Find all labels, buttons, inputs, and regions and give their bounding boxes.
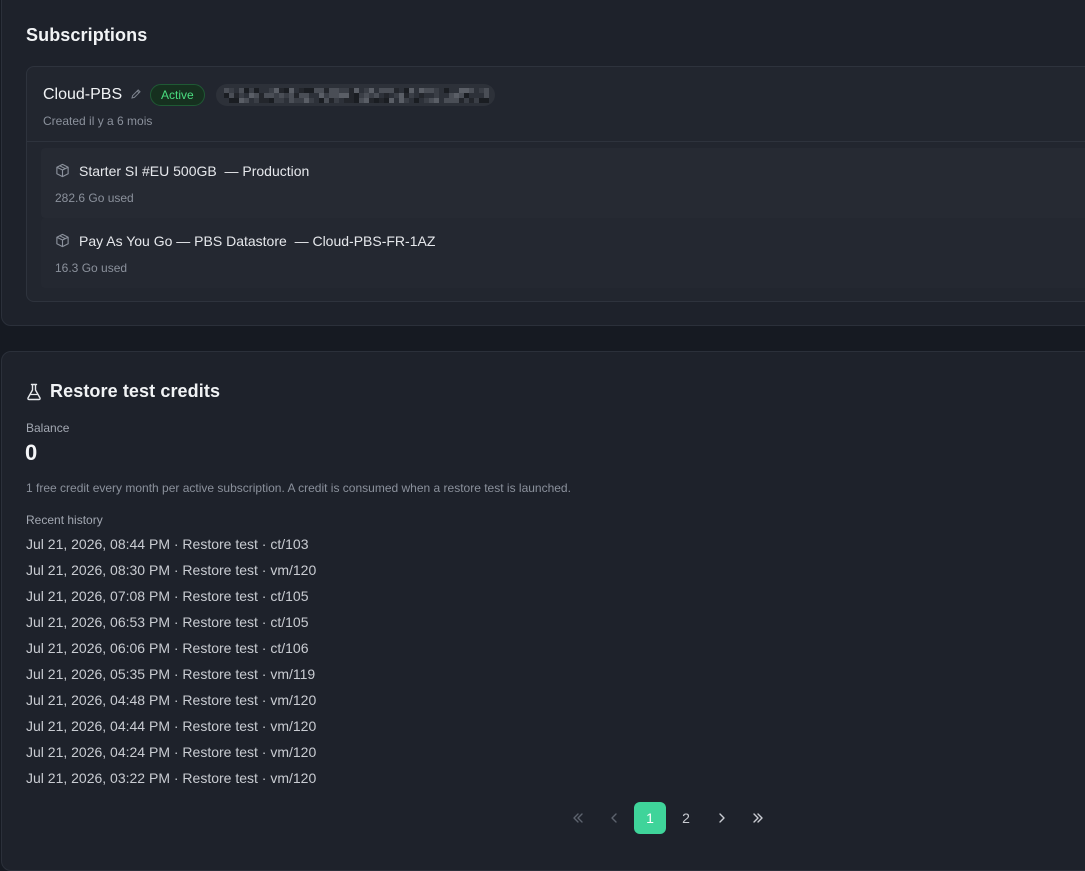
page-1-button[interactable]: 1: [634, 802, 666, 834]
subscriptions-title: Subscriptions: [26, 25, 148, 45]
credits-note: 1 free credit every month per active sub…: [26, 481, 571, 495]
pixelated-redaction: [224, 88, 489, 103]
history-label: Recent history: [26, 513, 103, 527]
package-icon: [56, 163, 69, 178]
pagination: 1 2: [562, 802, 778, 834]
subscription-item-title: Pay As You Go — PBS Datastore — Cloud-PB…: [79, 233, 436, 249]
subscription-name: Cloud-PBS: [43, 86, 123, 103]
previous-page-button[interactable]: [598, 802, 630, 834]
redacted-subscription-id: [216, 84, 495, 106]
credits-title: Restore test credits: [50, 381, 221, 401]
history-list: Jul 21, 2026, 08:44 PM · Restore test · …: [26, 536, 316, 796]
double-chevron-right-icon: [753, 813, 763, 823]
page-2-button[interactable]: 2: [670, 802, 702, 834]
subscription-created: Created il y a 6 mois: [43, 114, 153, 128]
chevron-left-icon: [611, 813, 617, 823]
package-icon: [56, 233, 69, 248]
flask-icon: [27, 383, 41, 400]
pencil-icon[interactable]: [130, 88, 142, 100]
history-item: Jul 21, 2026, 07:08 PM · Restore test · …: [26, 588, 309, 604]
history-item: Jul 21, 2026, 04:24 PM · Restore test · …: [26, 744, 317, 760]
subscriptions-card: Subscriptions Cloud-PBS Active Created i…: [1, 0, 1085, 326]
restore-credits-card: Restore test credits Balance 0 1 free cr…: [1, 351, 1085, 871]
subscription-item-usage: 16.3 Go used: [55, 261, 128, 275]
history-item: Jul 21, 2026, 04:44 PM · Restore test · …: [26, 718, 317, 734]
next-page-button[interactable]: [706, 802, 738, 834]
subscription-item-title: Starter SI #EU 500GB — Production: [79, 163, 310, 179]
history-item: Jul 21, 2026, 04:48 PM · Restore test · …: [26, 692, 317, 708]
balance-label: Balance: [26, 421, 70, 435]
balance-value: 0: [25, 440, 38, 465]
divider: [27, 141, 1085, 142]
last-page-button[interactable]: [742, 802, 774, 834]
first-page-button[interactable]: [562, 802, 594, 834]
double-chevron-left-icon: [573, 813, 583, 823]
credits-header: Restore test credits: [26, 381, 220, 402]
chevron-right-icon: [719, 813, 725, 823]
history-item: Jul 21, 2026, 08:44 PM · Restore test · …: [26, 536, 309, 552]
history-item: Jul 21, 2026, 06:06 PM · Restore test · …: [26, 640, 309, 656]
subscription-panel: Cloud-PBS Active Created il y a 6 mois S…: [26, 66, 1085, 302]
history-item: Jul 21, 2026, 05:35 PM · Restore test · …: [26, 666, 316, 682]
subscription-item-usage: 282.6 Go used: [55, 191, 134, 205]
history-item: Jul 21, 2026, 03:22 PM · Restore test · …: [26, 770, 317, 786]
history-item: Jul 21, 2026, 08:30 PM · Restore test · …: [26, 562, 317, 578]
history-item: Jul 21, 2026, 06:53 PM · Restore test · …: [26, 614, 309, 630]
subscription-item: Pay As You Go — PBS Datastore — Cloud-PB…: [41, 218, 1085, 288]
subscription-item: Starter SI #EU 500GB — Production 282.6 …: [41, 148, 1085, 218]
status-badge: Active: [150, 84, 205, 106]
